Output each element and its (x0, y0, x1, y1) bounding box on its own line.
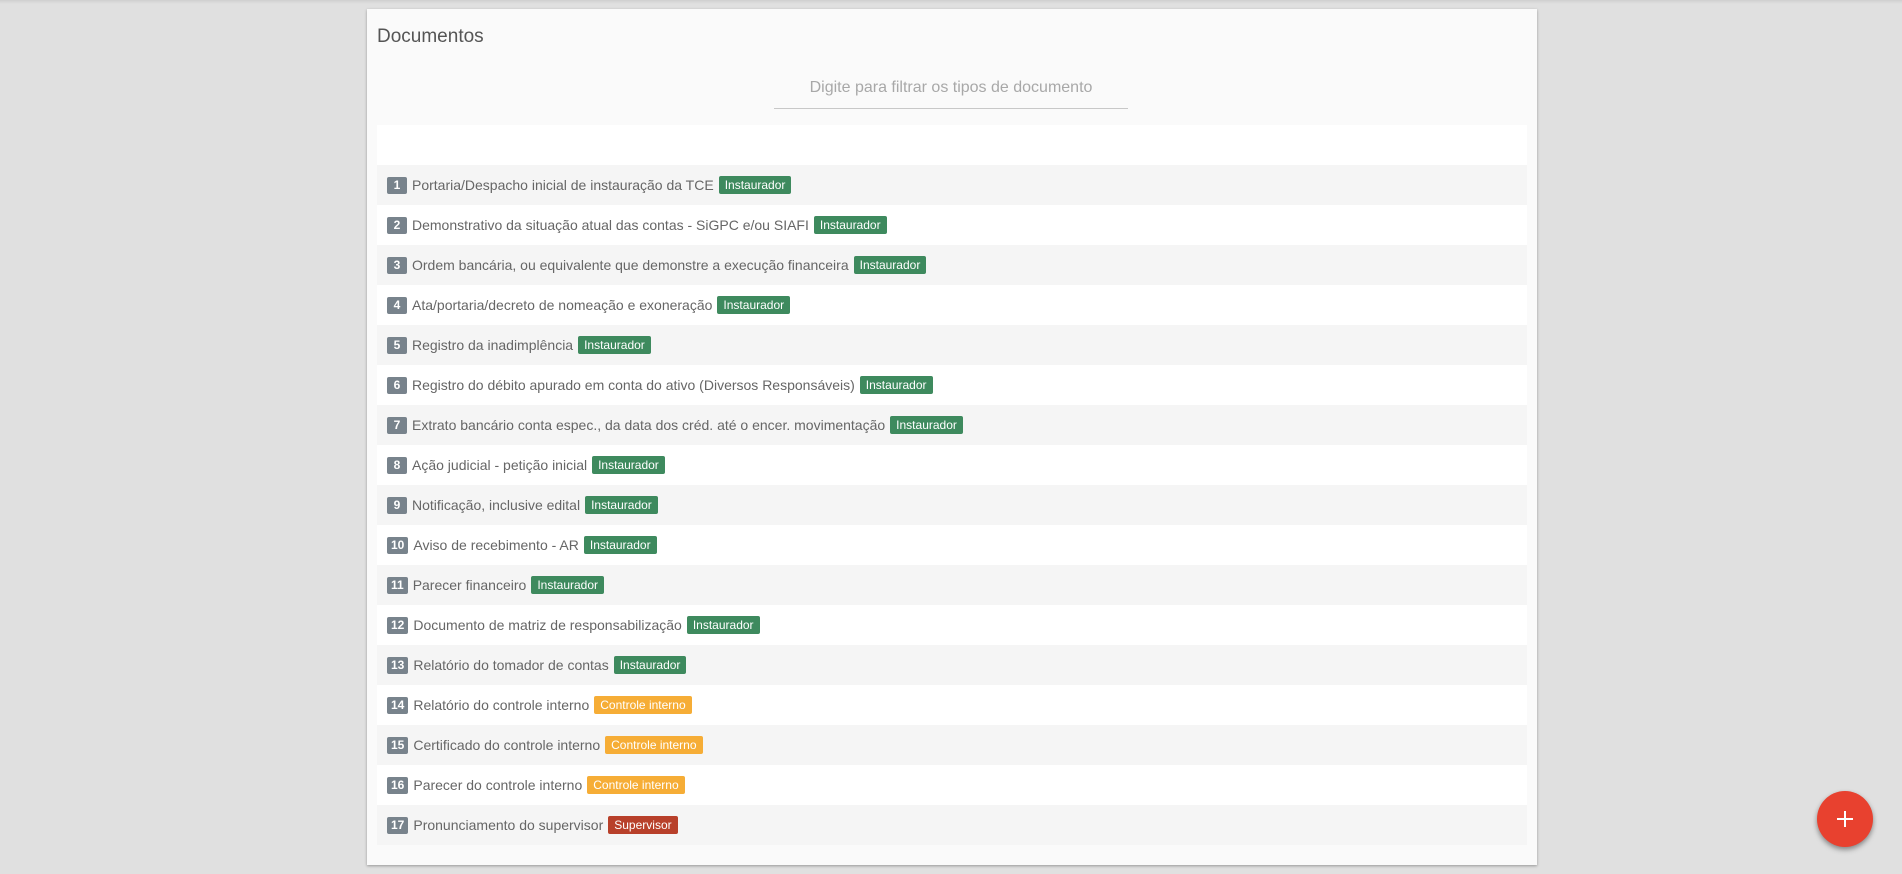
document-number-badge: 7 (387, 416, 407, 434)
document-row[interactable]: 4 Ata/portaria/decreto de nomeação e exon… (377, 285, 1527, 325)
role-badge: Instaurador (890, 416, 963, 434)
document-row[interactable]: 12 Documento de matriz de responsabilizaç… (377, 605, 1527, 645)
document-name: Ordem bancária, ou equivalente que demon… (412, 257, 849, 273)
role-badge: Instaurador (686, 616, 760, 634)
document-name: Relatório do tomador de contas (413, 657, 609, 673)
role-badge: Instaurador (585, 496, 658, 514)
document-name: Notificação, inclusive edital (412, 497, 581, 513)
document-name: Aviso de recebimento - AR (413, 537, 579, 553)
role-badge: Controle interno (594, 696, 692, 714)
document-number-badge: 9 (387, 496, 407, 514)
document-name: Ata/portaria/decreto de nomeação e exone… (412, 297, 713, 313)
document-row[interactable]: 5 Registro da inadimplência Instaurador (377, 325, 1527, 365)
role-badge: Instaurador (717, 296, 791, 314)
document-name: Registro do débito apurado em conta do a… (412, 377, 855, 393)
document-row[interactable]: 7 Extrato bancário conta espec., da data … (377, 405, 1527, 445)
document-name: Ação judicial - petição inicial (412, 457, 588, 473)
document-row[interactable]: 6 Registro do débito apurado em conta do … (377, 365, 1527, 405)
document-row[interactable]: 10 Aviso de recebimento - AR Instaurador (377, 525, 1527, 565)
role-badge: Controle interno (587, 776, 685, 794)
document-row[interactable]: 8 Ação judicial - petição inicial Instaura… (377, 445, 1527, 485)
add-document-button[interactable] (1817, 791, 1873, 847)
document-row[interactable]: 13 Relatório do tomador de contas Instaura… (377, 645, 1527, 685)
document-row[interactable]: 15 Certificado do controle interno Control… (377, 725, 1527, 765)
document-name: Parecer do controle interno (413, 777, 583, 793)
role-badge: Instaurador (853, 256, 927, 274)
document-list: 1 Portaria/Despacho inicial de instauraçã… (377, 125, 1527, 845)
document-number-badge: 14 (387, 696, 409, 714)
list-header-row (377, 125, 1527, 165)
document-number-badge: 3 (387, 256, 407, 274)
document-number-badge: 13 (387, 656, 409, 674)
document-number-badge: 8 (387, 456, 407, 474)
document-number-badge: 11 (387, 576, 408, 594)
document-name: Parecer financeiro (412, 577, 527, 593)
document-number-badge: 17 (387, 816, 409, 834)
filter-input[interactable] (774, 71, 1128, 105)
document-name: Demonstrativo da situação atual das cont… (412, 217, 809, 233)
document-number-badge: 1 (387, 176, 407, 194)
document-name: Certificado do controle interno (413, 737, 601, 753)
document-name: Pronunciamento do supervisor (413, 817, 604, 833)
documents-card: Documentos 1 Portaria/Despacho inicial de… (367, 9, 1537, 865)
role-badge: Supervisor (608, 816, 678, 834)
document-name: Documento de matriz de responsabilização (413, 617, 682, 633)
document-number-badge: 6 (387, 376, 407, 394)
document-row[interactable]: 11 Parecer financeiro Instaurador (377, 565, 1527, 605)
role-badge: Instaurador (583, 536, 657, 554)
document-row[interactable]: 14 Relatório do controle interno Controle … (377, 685, 1527, 725)
document-row[interactable]: 3 Ordem bancária, ou equivalente que demo… (377, 245, 1527, 285)
document-number-badge: 5 (387, 336, 407, 354)
document-name: Extrato bancário conta espec., da data d… (412, 417, 886, 433)
document-number-badge: 12 (387, 616, 409, 634)
document-number-badge: 15 (387, 736, 409, 754)
card-title: Documentos (377, 26, 484, 47)
role-badge: Instaurador (859, 376, 933, 394)
document-row[interactable]: 17 Pronunciamento do supervisor Supervisor (377, 805, 1527, 845)
plus-icon (1837, 811, 1853, 827)
role-badge: Instaurador (531, 576, 605, 594)
top-shadow (0, 0, 1902, 4)
document-name: Relatório do controle interno (413, 697, 590, 713)
document-number-badge: 2 (387, 216, 407, 234)
role-badge: Controle interno (605, 736, 703, 754)
document-number-badge: 16 (387, 776, 409, 794)
role-badge: Instaurador (813, 216, 887, 234)
document-row[interactable]: 1 Portaria/Despacho inicial de instauraçã… (377, 165, 1527, 205)
document-row[interactable]: 2 Demonstrativo da situação atual das con… (377, 205, 1527, 245)
document-rows: 1 Portaria/Despacho inicial de instauraçã… (377, 165, 1527, 845)
role-badge: Instaurador (592, 456, 665, 474)
role-badge: Instaurador (613, 656, 687, 674)
document-row[interactable]: 16 Parecer do controle interno Controle in… (377, 765, 1527, 805)
document-number-badge: 10 (387, 536, 409, 554)
document-name: Portaria/Despacho inicial de instauração… (412, 177, 714, 193)
document-name: Registro da inadimplência (412, 337, 574, 353)
filter-field (774, 71, 1128, 109)
document-row[interactable]: 9 Notificação, inclusive edital Instaurado… (377, 485, 1527, 525)
role-badge: Instaurador (718, 176, 792, 194)
document-number-badge: 4 (387, 296, 407, 314)
role-badge: Instaurador (578, 336, 651, 354)
